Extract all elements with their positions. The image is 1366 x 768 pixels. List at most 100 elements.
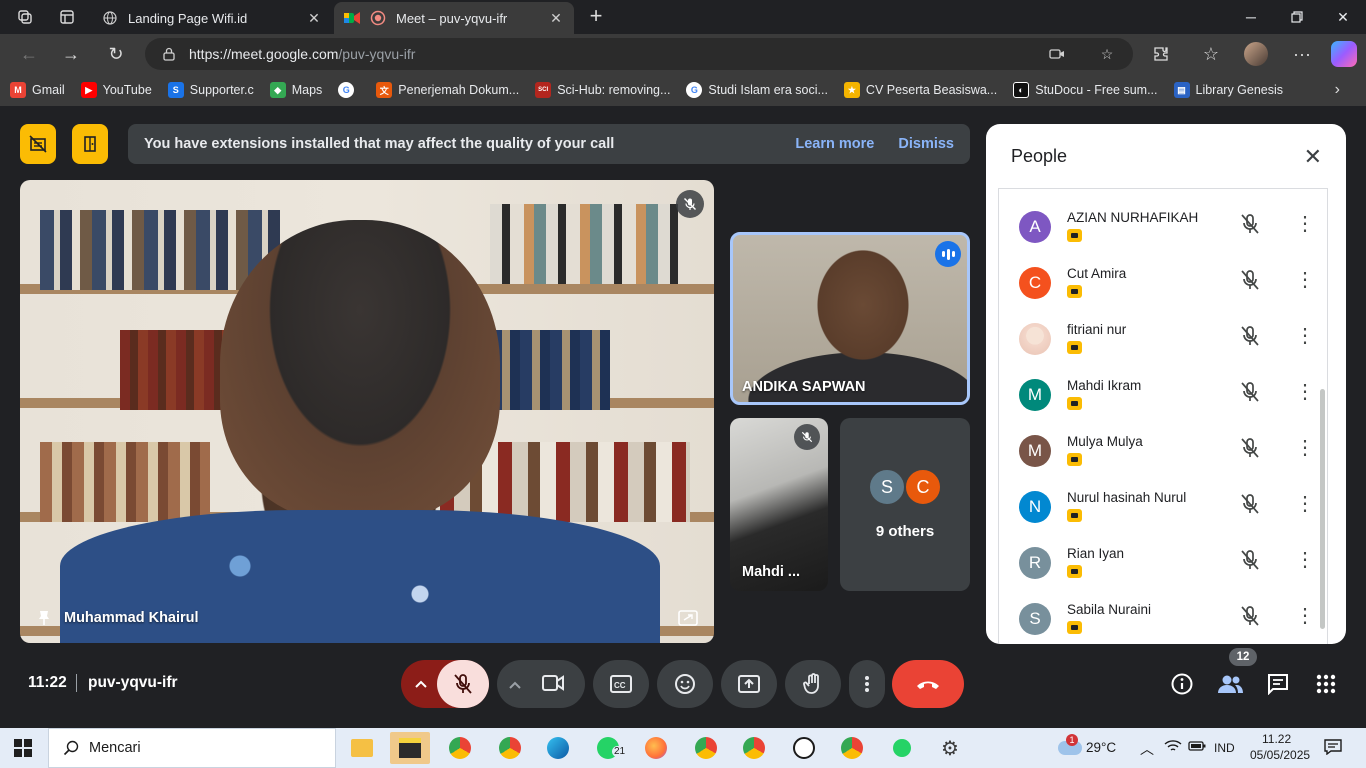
profile-avatar[interactable] bbox=[1244, 42, 1268, 66]
sticky-notes-icon[interactable] bbox=[390, 732, 430, 764]
bookmark-youtube[interactable]: ▶ YouTube bbox=[80, 82, 152, 98]
mic-off-icon[interactable] bbox=[1239, 325, 1263, 349]
participant-row[interactable]: M Mahdi Ikram ⋮ bbox=[999, 365, 1329, 421]
others-tile[interactable]: S C 9 others bbox=[840, 418, 970, 591]
more-vert-icon[interactable]: ⋮ bbox=[1295, 213, 1315, 237]
learn-more-link[interactable]: Learn more bbox=[795, 136, 874, 152]
extensions-icon[interactable] bbox=[1146, 40, 1176, 68]
forward-button[interactable]: → bbox=[56, 40, 86, 68]
mic-off-icon[interactable] bbox=[1239, 493, 1263, 517]
chrome-profile-icon[interactable] bbox=[832, 732, 872, 764]
firefox-icon[interactable] bbox=[636, 732, 676, 764]
close-window-button[interactable]: ✕ bbox=[1320, 0, 1366, 34]
chevron-right-icon[interactable]: › bbox=[1335, 81, 1340, 99]
whatsapp-icon[interactable]: 21 bbox=[588, 732, 628, 764]
pin-icon[interactable] bbox=[38, 610, 50, 626]
workspaces-icon[interactable] bbox=[12, 5, 38, 29]
settings-gear-icon[interactable]: ⚙ bbox=[930, 732, 970, 764]
favorites-icon[interactable]: ☆ bbox=[1196, 40, 1226, 68]
activities-button[interactable] bbox=[1310, 668, 1342, 700]
weather-icon[interactable]: 1 bbox=[1050, 732, 1090, 764]
taskbar-search-box[interactable]: Mencari bbox=[48, 728, 336, 768]
chatgpt-icon[interactable] bbox=[784, 732, 824, 764]
captions-button[interactable]: CC bbox=[593, 660, 649, 708]
main-video-tile[interactable]: Muhammad Khairul bbox=[20, 180, 714, 643]
bookmark-studi-islam[interactable]: G Studi Islam era soci... bbox=[686, 82, 828, 98]
whatsapp-web-icon[interactable] bbox=[882, 732, 922, 764]
restore-button[interactable] bbox=[1274, 0, 1320, 34]
participant-row[interactable]: fitriani nur ⋮ bbox=[999, 309, 1329, 365]
participant-row[interactable]: R Rian Iyan ⋮ bbox=[999, 533, 1329, 589]
people-button[interactable] bbox=[1214, 668, 1246, 700]
more-vert-icon[interactable]: ⋮ bbox=[1295, 325, 1315, 349]
participant-row[interactable]: A AZIAN NURHAFIKAH ⋮ bbox=[999, 197, 1329, 253]
clock-time[interactable]: 11.22 bbox=[1262, 732, 1291, 746]
raise-hand-button[interactable] bbox=[785, 660, 841, 708]
leave-call-button[interactable] bbox=[892, 660, 964, 708]
language-indicator[interactable]: IND bbox=[1214, 741, 1235, 755]
tab-landing-page[interactable]: Landing Page Wifi.id ✕ bbox=[92, 2, 332, 34]
mic-off-icon[interactable] bbox=[1239, 213, 1263, 237]
favorite-star-icon[interactable]: ☆ bbox=[1095, 44, 1119, 64]
dismiss-button[interactable]: Dismiss bbox=[898, 136, 954, 152]
tab-meet[interactable]: Meet – puv-yqvu-ifr ✕ bbox=[334, 2, 574, 34]
notification-icon[interactable] bbox=[1324, 739, 1342, 758]
wifi-icon[interactable] bbox=[1164, 739, 1182, 756]
clock-date[interactable]: 05/05/2025 bbox=[1250, 748, 1310, 762]
participant-row[interactable]: N Nurul hasinah Nurul ⋮ bbox=[999, 477, 1329, 533]
edge-icon[interactable] bbox=[538, 732, 578, 764]
more-vert-icon[interactable]: ⋮ bbox=[1295, 493, 1315, 517]
copilot-icon[interactable] bbox=[1331, 41, 1357, 67]
reload-button[interactable]: ↻ bbox=[101, 40, 131, 68]
more-options-button[interactable] bbox=[849, 660, 885, 708]
present-screen-button[interactable] bbox=[721, 660, 777, 708]
participant-row[interactable]: M Mulya Mulya ⋮ bbox=[999, 421, 1329, 477]
bookmark-maps[interactable]: ◆ Maps bbox=[269, 82, 322, 98]
extension-warning-icon[interactable] bbox=[20, 124, 56, 164]
mic-off-icon[interactable] bbox=[1239, 269, 1263, 293]
bookmark-scihub[interactable]: SCI Sci-Hub: removing... bbox=[535, 82, 670, 98]
camera-in-use-icon[interactable] bbox=[1045, 44, 1069, 64]
meeting-details-button[interactable] bbox=[1166, 668, 1198, 700]
bookmark-supporter[interactable]: S Supporter.c bbox=[167, 82, 254, 98]
chat-button[interactable] bbox=[1262, 668, 1294, 700]
close-tab-icon[interactable]: ✕ bbox=[548, 10, 564, 27]
fullscreen-icon[interactable] bbox=[674, 604, 702, 632]
mic-toggle-button[interactable] bbox=[437, 660, 489, 708]
lock-icon[interactable] bbox=[163, 47, 175, 61]
windows-start-icon[interactable] bbox=[14, 739, 32, 757]
more-vert-icon[interactable]: ⋮ bbox=[1295, 381, 1315, 405]
new-tab-button[interactable]: + bbox=[584, 5, 608, 29]
bookmark-gmail[interactable]: M Gmail bbox=[10, 82, 65, 98]
bookmark-penerjemah[interactable]: 文 Penerjemah Dokum... bbox=[376, 82, 519, 98]
more-vert-icon[interactable]: ⋮ bbox=[1295, 437, 1315, 461]
mic-off-icon[interactable] bbox=[1239, 437, 1263, 461]
tab-actions-icon[interactable] bbox=[54, 5, 80, 29]
camera-toggle-button[interactable] bbox=[541, 672, 565, 699]
close-icon[interactable]: ✕ bbox=[1304, 144, 1322, 170]
more-vert-icon[interactable]: ⋮ bbox=[1295, 605, 1315, 629]
participant-row[interactable]: S Sabila Nuraini ⋮ bbox=[999, 589, 1329, 644]
extension-door-icon[interactable] bbox=[72, 124, 108, 164]
more-vert-icon[interactable]: ⋮ bbox=[1295, 269, 1315, 293]
reactions-button[interactable] bbox=[657, 660, 713, 708]
chrome-profile-icon[interactable] bbox=[734, 732, 774, 764]
participant-row[interactable]: C Cut Amira ⋮ bbox=[999, 253, 1329, 309]
mic-off-icon[interactable] bbox=[1239, 549, 1263, 573]
more-vert-icon[interactable]: ⋮ bbox=[1295, 549, 1315, 573]
mic-off-icon[interactable] bbox=[1239, 381, 1263, 405]
chrome-icon[interactable] bbox=[440, 732, 480, 764]
back-button[interactable]: ← bbox=[14, 40, 44, 68]
chevron-up-icon[interactable] bbox=[509, 676, 521, 694]
chevron-up-icon[interactable]: ︿ bbox=[1140, 739, 1154, 759]
more-menu-icon[interactable]: ··· bbox=[1287, 40, 1317, 68]
battery-icon[interactable] bbox=[1188, 740, 1206, 755]
address-bar[interactable]: https://meet.google.com/puv-yqvu-ifr ☆ bbox=[145, 38, 1133, 70]
chrome-profile-icon[interactable] bbox=[686, 732, 726, 764]
close-tab-icon[interactable]: ✕ bbox=[306, 10, 322, 27]
video-tile-mahdi[interactable]: Mahdi ... bbox=[730, 418, 828, 591]
chevron-up-icon[interactable] bbox=[401, 660, 441, 708]
file-explorer-icon[interactable] bbox=[342, 732, 382, 764]
bookmark-google[interactable]: G bbox=[338, 82, 360, 98]
participant-list[interactable]: A AZIAN NURHAFIKAH ⋮ C Cut Amira ⋮ fitriani nu… bbox=[998, 188, 1328, 644]
